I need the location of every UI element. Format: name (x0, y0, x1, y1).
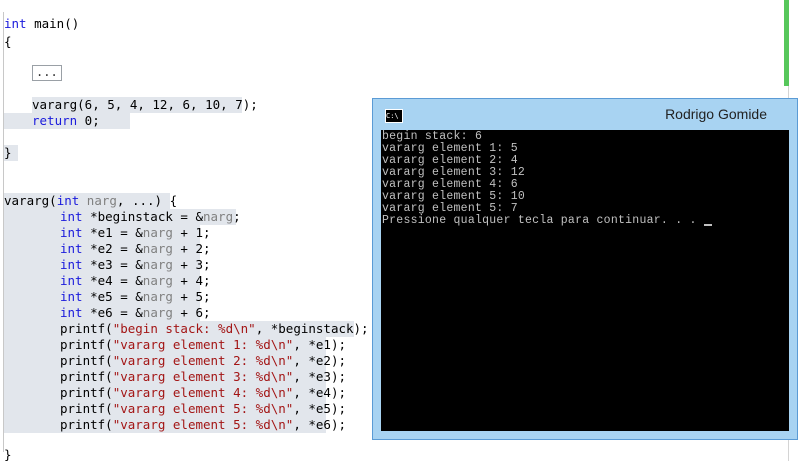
format-string: "vararg element 3: %d\n" (112, 369, 294, 384)
code-line-printf: printf("vararg element 3: %d\n", *e3); (4, 369, 346, 385)
printf-call: printf( (60, 353, 113, 368)
keyword-int: int (56, 193, 80, 208)
pointer-offset: + 3; (172, 257, 211, 272)
keyword-int: int (60, 273, 83, 288)
function-name: vararg( (4, 193, 57, 208)
code-line-pointer: int *e1 = &narg + 1; (4, 225, 211, 241)
param-narg: narg (142, 289, 173, 304)
brace: } (4, 447, 12, 462)
pointer-offset: + 2; (172, 241, 211, 256)
keyword-int: int (60, 257, 83, 272)
code-line-close-brace: } (4, 145, 18, 161)
printf-args: , *beginstack); (255, 321, 369, 336)
printf-call: printf( (60, 385, 113, 400)
return-value: 0; (77, 113, 100, 128)
collapsed-region-button[interactable]: ... (32, 65, 62, 81)
code-line-open-brace: { (4, 34, 12, 50)
format-string: "vararg element 1: %d\n" (112, 337, 294, 352)
code-line-printf: printf("vararg element 2: %d\n", *e2); (4, 353, 346, 369)
code-line-printf: printf("begin stack: %d\n", *beginstack)… (4, 321, 369, 337)
code-line-pointer: int *e2 = &narg + 2; (4, 241, 211, 257)
param-narg: narg (142, 273, 173, 288)
param-narg: narg (142, 257, 173, 272)
format-string: "vararg element 5: %d\n" (112, 417, 294, 432)
keyword-int: int (60, 225, 83, 240)
code-line-vararg-call: vararg(6, 5, 4, 12, 6, 10, 7); (32, 97, 258, 113)
pointer-offset: ; (233, 209, 241, 224)
code-line-printf: printf("vararg element 4: %d\n", *e4); (4, 385, 346, 401)
keyword-int: int (4, 16, 27, 31)
printf-call: printf( (60, 321, 113, 336)
param-narg: narg (86, 193, 117, 208)
pointer-decl: *e1 = & (82, 225, 143, 240)
format-string: "begin stack: %d\n" (112, 321, 256, 336)
pointer-offset: + 6; (172, 305, 211, 320)
keyword-int: int (60, 289, 83, 304)
printf-args: , *e3); (293, 369, 346, 384)
pointer-offset: + 4; (172, 273, 211, 288)
printf-call: printf( (60, 417, 113, 432)
console-title: Rodrigo Gomide (665, 106, 767, 122)
format-string: "vararg element 5: %d\n" (112, 401, 294, 416)
code-line-main: int main() (4, 16, 79, 32)
keyword-int: int (60, 209, 83, 224)
code-line-pointer: int *e3 = &narg + 3; (4, 257, 211, 273)
printf-call: printf( (60, 369, 113, 384)
code-line-printf: printf("vararg element 5: %d\n", *e5); (4, 401, 346, 417)
code-line-collapsed: ... (32, 65, 62, 81)
param-narg: narg (142, 305, 173, 320)
printf-call: printf( (60, 337, 113, 352)
pointer-decl: *e3 = & (82, 257, 143, 272)
pointer-decl: *e5 = & (82, 289, 143, 304)
keyword-int: int (60, 241, 83, 256)
code-line-printf: printf("vararg element 1: %d\n", *e1); (4, 337, 346, 353)
pointer-decl: *e6 = & (82, 305, 143, 320)
console-cursor (703, 224, 712, 226)
printf-args: , *e6); (293, 417, 346, 432)
param-narg: narg (142, 225, 173, 240)
pointer-decl: *e4 = & (82, 273, 143, 288)
param-narg: narg (203, 209, 234, 224)
pointer-offset: + 5; (172, 289, 211, 304)
console-output[interactable]: begin stack: 6 vararg element 1: 5 vararg … (381, 130, 789, 431)
code-line-pointer: int *e5 = &narg + 5; (4, 289, 211, 305)
printf-args: , *e4); (293, 385, 346, 400)
printf-call: printf( (60, 401, 113, 416)
code-line-pointer: int *e6 = &narg + 6; (4, 305, 211, 321)
code-line-printf: printf("vararg element 5: %d\n", *e6); (4, 417, 346, 433)
call-text: vararg(6, 5, 4, 12, 6, 10, 7); (32, 97, 258, 112)
printf-args: , *e2); (293, 353, 346, 368)
pointer-decl: *e2 = & (82, 241, 143, 256)
pointer-offset: + 1; (172, 225, 211, 240)
signature-rest: , ...) { (116, 193, 178, 208)
param-narg: narg (142, 241, 173, 256)
code-line-vararg-def: vararg(int narg, ...) { (4, 193, 177, 209)
format-string: "vararg element 2: %d\n" (112, 353, 294, 368)
printf-args: , *e1); (293, 337, 346, 352)
pointer-decl: *beginstack = & (82, 209, 203, 224)
console-titlebar[interactable]: C:\ Rodrigo Gomide (373, 99, 797, 129)
change-indicator-bar (784, 0, 789, 86)
brace: } (4, 145, 12, 160)
cmd-icon: C:\ (385, 109, 403, 123)
format-string: "vararg element 4: %d\n" (112, 385, 294, 400)
code-line-return: return 0; (4, 113, 130, 129)
console-line: Pressione qualquer tecla para continuar.… (382, 215, 712, 227)
main-signature: main() (34, 16, 80, 31)
code-line-pointer: int *e4 = &narg + 4; (4, 273, 211, 289)
brace: { (4, 34, 12, 49)
keyword-return: return (32, 113, 78, 128)
printf-args: , *e5); (293, 401, 346, 416)
code-line-pointer: int *beginstack = &narg; (4, 209, 241, 225)
console-window[interactable]: C:\ Rodrigo Gomide begin stack: 6 vararg … (372, 98, 798, 440)
keyword-int: int (60, 305, 83, 320)
